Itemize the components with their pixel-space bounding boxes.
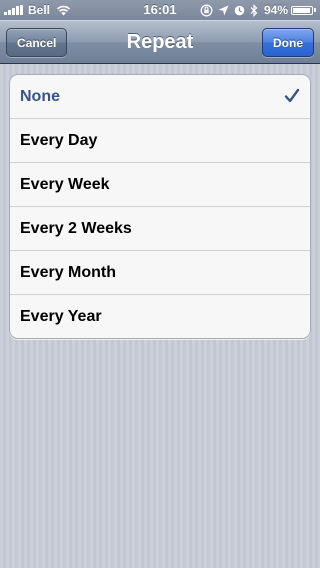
location-arrow-icon — [218, 5, 229, 15]
checkmark-icon — [284, 88, 300, 103]
battery-tip — [314, 8, 316, 12]
status-bar: Bell 16:01 94% — [0, 0, 320, 20]
rotation-lock-icon — [200, 4, 213, 16]
navigation-bar: Repeat Cancel Done — [0, 20, 320, 64]
option-label: Every Day — [20, 132, 98, 149]
option-every-2-weeks[interactable]: Every 2 Weeks — [10, 207, 310, 251]
battery-percent: 94% — [263, 3, 288, 17]
repeat-options-list: None Every Day Every Week Every 2 Weeks … — [9, 74, 311, 339]
battery-icon — [291, 5, 313, 15]
option-every-week[interactable]: Every Week — [10, 163, 310, 207]
option-every-month[interactable]: Every Month — [10, 251, 310, 295]
option-label: None — [20, 88, 60, 105]
bluetooth-icon — [250, 3, 258, 17]
option-label: Every 2 Weeks — [20, 220, 132, 237]
option-label: Every Year — [20, 308, 102, 325]
cancel-button[interactable]: Cancel — [6, 28, 68, 57]
option-label: Every Week — [20, 176, 110, 193]
status-right: 94% — [195, 0, 316, 20]
done-button[interactable]: Done — [262, 28, 314, 57]
option-label: Every Month — [20, 264, 117, 281]
option-every-year[interactable]: Every Year — [10, 295, 310, 338]
battery-fill — [293, 7, 310, 13]
option-every-day[interactable]: Every Day — [10, 119, 310, 163]
alarm-icon — [234, 5, 245, 15]
option-none[interactable]: None — [10, 75, 310, 119]
